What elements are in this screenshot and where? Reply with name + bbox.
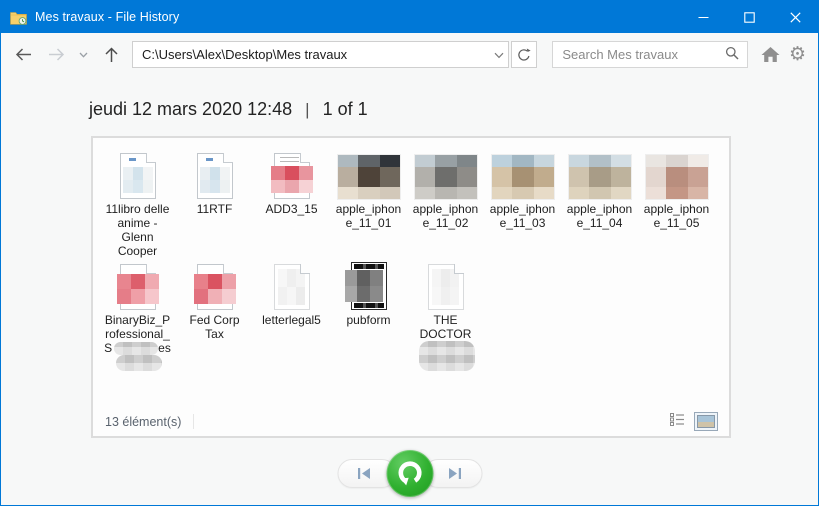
- file-item[interactable]: Fed Corp Tax: [176, 261, 253, 372]
- file-item[interactable]: pubform: [330, 261, 407, 372]
- file-label: apple_iphone_11_04: [566, 202, 633, 230]
- window-title: Mes travaux - File History: [35, 10, 180, 24]
- file-label: 11RTF: [196, 202, 233, 216]
- file-history-app-icon: [10, 11, 27, 25]
- file-item[interactable]: apple_iphone_11_04: [561, 150, 638, 261]
- file-label: apple_iphone_11_03: [489, 202, 556, 230]
- forward-arrow-icon: [49, 48, 65, 61]
- details-view-icon: [670, 412, 684, 426]
- file-grid: 11libro delle anime - Glenn Cooper 11RTF A…: [93, 138, 729, 407]
- refresh-icon: [518, 48, 531, 61]
- file-thumbnail: [414, 150, 477, 199]
- file-thumbnail: [270, 150, 313, 199]
- home-button[interactable]: [761, 46, 780, 63]
- files-panel: 11libro delle anime - Glenn Cooper 11RTF A…: [91, 136, 731, 438]
- file-label: apple_iphone_11_02: [412, 202, 479, 230]
- skip-next-icon: [449, 468, 461, 479]
- chevron-down-icon: [79, 52, 88, 58]
- navigation-toolbar: C:\Users\Alex\Desktop\Mes travaux Search…: [1, 33, 818, 76]
- status-bar: 13 élément(s): [93, 407, 729, 436]
- close-icon: [789, 11, 801, 23]
- file-thumbnail: [116, 261, 159, 310]
- maximize-button[interactable]: [726, 1, 772, 33]
- file-label: BinaryBiz_Professional_S es: [104, 313, 172, 371]
- file-label: apple_iphone_11_05: [643, 202, 710, 230]
- file-thumbnail: [491, 150, 554, 199]
- redaction-blur: [114, 342, 159, 355]
- back-button[interactable]: [15, 47, 32, 62]
- file-label: 11libro delle anime - Glenn Cooper: [105, 202, 170, 258]
- caption-buttons: [680, 1, 818, 33]
- search-placeholder: Search Mes travaux: [562, 47, 678, 62]
- file-item[interactable]: 11libro delle anime - Glenn Cooper: [99, 150, 176, 261]
- address-dropdown-button[interactable]: [494, 47, 504, 62]
- file-item[interactable]: apple_iphone_11_05: [638, 150, 715, 261]
- backup-date-header: jeudi 12 mars 2020 12:48 | 1 of 1: [89, 99, 818, 120]
- file-item[interactable]: 11RTF: [176, 150, 253, 261]
- file-thumbnail: [337, 150, 400, 199]
- file-thumbnail: [645, 150, 708, 199]
- up-button[interactable]: [104, 46, 119, 63]
- backup-pager: 1 of 1: [322, 99, 368, 119]
- thumbnail-view-icon: [697, 415, 715, 428]
- view-toggle-group: [670, 412, 718, 431]
- backup-date: jeudi 12 mars 2020 12:48: [89, 99, 293, 119]
- header-separator: |: [305, 99, 310, 119]
- file-label: apple_iphone_11_01: [335, 202, 402, 230]
- file-label: pubform: [346, 313, 391, 327]
- file-item[interactable]: letterlegal5: [253, 261, 330, 372]
- settings-button[interactable]: ⚙: [789, 45, 806, 64]
- file-thumbnail: [273, 261, 310, 310]
- items-count: 13 élément(s): [105, 414, 182, 429]
- file-thumbnail: [119, 150, 156, 199]
- minimize-button[interactable]: [680, 1, 726, 33]
- file-item[interactable]: THE DOCTOR: [407, 261, 484, 372]
- status-divider: [193, 414, 195, 429]
- restore-button[interactable]: [386, 450, 433, 497]
- file-item[interactable]: BinaryBiz_Professional_S es: [99, 261, 176, 372]
- back-arrow-icon: [15, 48, 31, 61]
- file-thumbnail: [427, 261, 464, 310]
- file-label: letterlegal5: [262, 313, 321, 327]
- search-box[interactable]: Search Mes travaux: [552, 41, 748, 68]
- file-thumbnail: [568, 150, 631, 199]
- skip-previous-icon: [358, 468, 370, 479]
- address-chevron-icon: [494, 52, 504, 59]
- restore-icon: [398, 461, 422, 486]
- details-view-button[interactable]: [670, 412, 685, 431]
- file-thumbnail: [193, 261, 236, 310]
- file-item[interactable]: ADD3_15: [253, 150, 330, 261]
- file-thumbnail: [196, 150, 233, 199]
- titlebar: Mes travaux - File History: [1, 1, 818, 33]
- gear-icon: ⚙: [788, 43, 806, 65]
- address-path: C:\Users\Alex\Desktop\Mes travaux: [142, 47, 348, 62]
- address-bar[interactable]: C:\Users\Alex\Desktop\Mes travaux: [132, 41, 509, 68]
- restore-navigation: [337, 450, 482, 497]
- file-thumbnail: [344, 261, 387, 310]
- file-history-window: Mes travaux - File History C:\Users\Alex…: [0, 0, 819, 506]
- search-icon[interactable]: [725, 46, 739, 63]
- redaction-blur: [418, 341, 475, 371]
- redaction-blur: [115, 355, 162, 371]
- file-item[interactable]: apple_iphone_11_03: [484, 150, 561, 261]
- thumbnail-view-button[interactable]: [694, 412, 718, 431]
- file-item[interactable]: apple_iphone_11_02: [407, 150, 484, 261]
- recent-locations-button[interactable]: [79, 52, 88, 58]
- minimize-icon: [698, 16, 708, 18]
- file-label: ADD3_15: [265, 202, 318, 216]
- file-label: THE DOCTOR: [412, 313, 480, 371]
- close-button[interactable]: [772, 1, 818, 33]
- refresh-button[interactable]: [510, 41, 538, 68]
- maximize-icon: [743, 11, 755, 23]
- file-label: Fed Corp Tax: [189, 313, 240, 341]
- up-arrow-icon: [105, 46, 118, 62]
- home-icon: [761, 47, 780, 62]
- forward-button[interactable]: [48, 47, 65, 62]
- file-item[interactable]: apple_iphone_11_01: [330, 150, 407, 261]
